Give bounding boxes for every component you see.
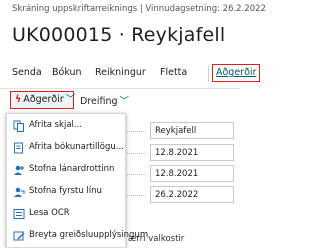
actions-dropdown-button[interactable]: ϟ Aðgerðir ﹀ bbox=[10, 91, 76, 109]
actions-tab-button[interactable]: Aðgerðir bbox=[212, 64, 261, 82]
actions-menu: Afrita skjal... Afrita bókunartillögu...… bbox=[6, 113, 148, 248]
process-dropdown-button[interactable]: Dreifing ﹀ bbox=[80, 93, 129, 107]
menu-item-copy-posting-proposal[interactable]: Afrita bókunartillögu... bbox=[7, 139, 125, 159]
menu-item-copy-document[interactable]: Afrita skjal... bbox=[7, 117, 125, 137]
copy-document-icon bbox=[13, 120, 24, 132]
menu-item-label: Stofna lánardrottinn bbox=[29, 164, 115, 174]
actions-dropdown-label: Aðgerðir bbox=[23, 94, 64, 105]
due-date-field[interactable]: 12.8.2021 bbox=[150, 165, 234, 182]
chevron-down-icon: ﹀ bbox=[119, 96, 130, 107]
action-send[interactable]: Senda bbox=[12, 67, 42, 78]
page-title: UK000015 · Reykjafell bbox=[12, 24, 226, 46]
menu-item-create-first-line[interactable]: Stofna fyrstu línu bbox=[7, 183, 125, 203]
sub-toolbar: ϟ Aðgerðir ﹀ Dreifing ﹀ bbox=[10, 91, 140, 111]
lightning-icon: ϟ bbox=[15, 94, 22, 105]
breadcrumb: Skráning uppskriftarreiknings | Vinnudag… bbox=[12, 4, 266, 14]
copy-posting-icon bbox=[14, 142, 23, 154]
menu-item-label: Breyta greiðsluupplýsingum bbox=[29, 230, 149, 240]
edit-payment-icon bbox=[13, 231, 25, 241]
menu-item-create-vendor[interactable]: Stofna lánardrottinn bbox=[7, 161, 125, 181]
process-dropdown-label: Dreifing bbox=[80, 96, 118, 107]
action-invoice[interactable]: Reikningur bbox=[95, 67, 146, 78]
document-date-field[interactable]: 12.8.2021 bbox=[150, 144, 234, 161]
create-vendor-icon bbox=[14, 165, 24, 175]
menu-item-label: Lesa OCR bbox=[29, 208, 70, 218]
chevron-down-icon: ﹀ bbox=[65, 94, 76, 105]
action-separator bbox=[208, 66, 209, 82]
header-divider bbox=[0, 88, 240, 89]
action-bar: Senda Bókun Reikningur Fletta Aðgerðir bbox=[0, 62, 261, 84]
menu-item-label: Afrita bókunartillögu... bbox=[29, 142, 124, 152]
menu-item-read-ocr[interactable]: Lesa OCR bbox=[7, 205, 125, 225]
create-first-line-icon bbox=[14, 187, 25, 197]
ocr-icon bbox=[13, 209, 25, 219]
action-posting[interactable]: Bókun bbox=[52, 67, 82, 78]
vendor-name-field[interactable]: Reykjafell bbox=[150, 122, 234, 139]
menu-item-label: Afrita skjal... bbox=[29, 120, 82, 130]
action-navigate[interactable]: Fletta bbox=[160, 67, 187, 78]
posting-date-field[interactable]: 26.2.2022 bbox=[150, 186, 234, 203]
menu-item-label: Stofna fyrstu línu bbox=[29, 186, 102, 196]
menu-item-edit-payment-info[interactable]: Breyta greiðsluupplýsingum bbox=[7, 227, 148, 247]
